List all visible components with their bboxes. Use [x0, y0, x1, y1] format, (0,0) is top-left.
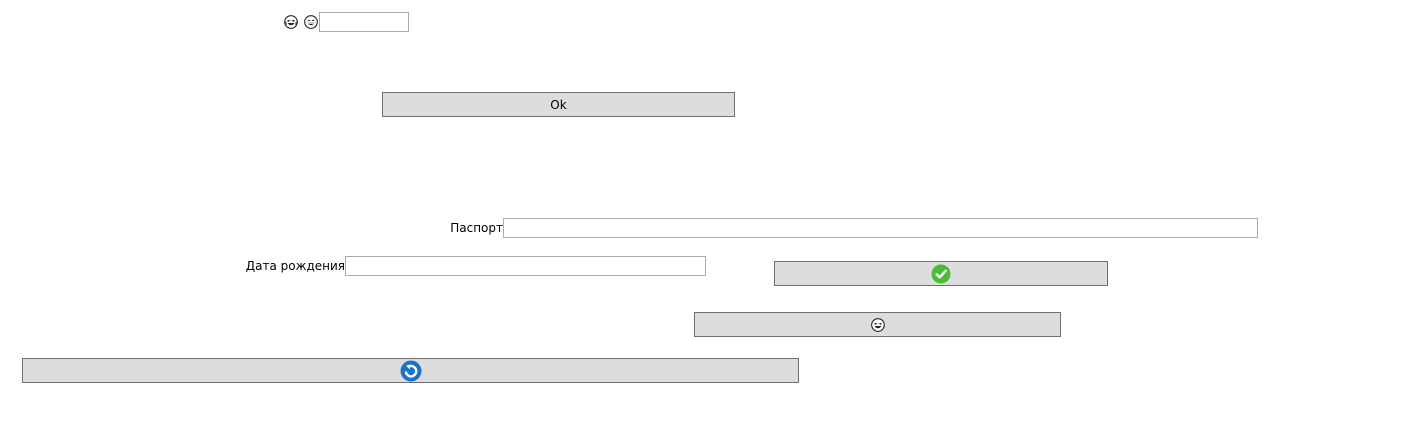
check-circle-icon — [931, 264, 951, 283]
passport-input[interactable] — [503, 218, 1258, 238]
top-text-input[interactable] — [319, 12, 409, 32]
birth-date-label: Дата рождения — [245, 259, 345, 273]
birth-date-input[interactable] — [345, 256, 706, 276]
refresh-arrow-icon — [400, 360, 421, 381]
ok-button-label: Ok — [550, 97, 567, 112]
grinning-face-icon — [304, 15, 318, 29]
emoji-button[interactable] — [694, 312, 1061, 337]
laughing-face-icon — [284, 15, 298, 29]
passport-label: Паспорт — [450, 221, 503, 235]
refresh-button[interactable] — [22, 358, 799, 383]
ok-button[interactable]: Ok — [382, 92, 735, 117]
confirm-button[interactable] — [774, 261, 1108, 286]
laughing-face-icon — [870, 317, 885, 332]
